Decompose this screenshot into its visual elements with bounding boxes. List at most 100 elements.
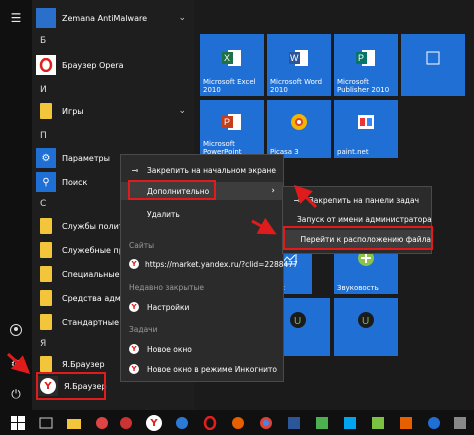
folder-icon <box>40 103 52 119</box>
menu-label: Новое окно <box>147 344 192 354</box>
settings-gear-icon[interactable]: ⚙ <box>0 350 32 378</box>
letter-header[interactable]: Б <box>40 36 46 46</box>
gear-icon: ⚙ <box>36 148 56 168</box>
folder-icon <box>40 314 52 330</box>
publisher-icon: P <box>356 49 376 69</box>
app-label: Игры <box>62 106 84 116</box>
menu-label: Закрепить на начальном экране <box>147 165 276 175</box>
menu-label: Новое окно в режиме Инкогнито <box>147 364 278 374</box>
yandex-icon: Y <box>129 364 141 374</box>
app-icon[interactable] <box>396 413 416 433</box>
folder-icon <box>40 290 52 306</box>
tile-paint[interactable]: paint.net <box>334 100 398 158</box>
chrome-icon[interactable] <box>256 413 276 433</box>
tile-word[interactable]: W Microsoft Word 2010 <box>267 34 331 96</box>
app-icon[interactable] <box>284 413 304 433</box>
app-label: Я.Браузер <box>62 359 105 369</box>
app-icon[interactable] <box>340 413 360 433</box>
menu-item-site[interactable]: Y https://market.yandex.ru/?clid=2288477 <box>121 255 298 273</box>
app-label: Поиск <box>62 177 88 187</box>
app-label: Браузер Opera <box>62 60 124 70</box>
app-label: Zemana AntiMalware <box>62 13 148 23</box>
firefox-icon[interactable] <box>228 413 248 433</box>
highlight-yabrowser <box>36 372 106 400</box>
opera-icon <box>36 55 56 75</box>
tile-label: Microsoft Word 2010 <box>270 78 323 94</box>
picasa-icon <box>290 113 308 133</box>
tile-powerpoint[interactable]: P Microsoft PowerPoint <box>200 100 264 158</box>
app-u-icon: U <box>289 311 307 331</box>
paint-icon <box>357 114 375 132</box>
menu-item-incognito[interactable]: Y Новое окно в режиме Инкогнито <box>121 360 283 378</box>
letter-header[interactable]: С <box>40 199 46 209</box>
pin-icon: ⊸ <box>131 165 139 175</box>
tile-label: Звуковость <box>337 284 379 292</box>
windows-start-icon[interactable] <box>8 413 28 433</box>
opera-icon[interactable] <box>200 413 220 433</box>
tile-label: Microsoft Publisher 2010 <box>337 78 390 94</box>
app-icon[interactable] <box>92 413 112 433</box>
menu-label: Запуск от имени администратора <box>297 214 432 224</box>
menu-item-settings[interactable]: Y Настройки <box>121 298 283 316</box>
powerpoint-icon: P <box>222 113 242 133</box>
svg-text:W: W <box>290 53 299 63</box>
tile-excel[interactable]: X Microsoft Excel 2010 <box>200 34 264 96</box>
tablet-icon <box>424 49 442 69</box>
excel-icon: X <box>222 49 242 69</box>
user-icon[interactable] <box>0 316 32 344</box>
app-icon[interactable] <box>424 413 444 433</box>
yandex-icon: Y <box>129 344 141 354</box>
menu-item-pin-start[interactable]: ⊸ Закрепить на начальном экране <box>121 161 283 179</box>
tile-app-blank[interactable] <box>401 34 465 96</box>
app-icon <box>36 8 56 28</box>
app-u-icon: U <box>357 311 375 331</box>
menu-label: Настройки <box>147 302 190 312</box>
list-item-antimalware[interactable]: Zemana AntiMalware ⌄ <box>36 5 192 31</box>
letter-header[interactable]: П <box>40 131 47 141</box>
highlight-open-location <box>283 226 433 250</box>
app-icon[interactable] <box>312 413 332 433</box>
list-item-games[interactable]: Игры ⌄ <box>36 98 192 124</box>
pin-icon: ⊸ <box>293 195 301 205</box>
folder-icon <box>40 242 52 258</box>
yandex-icon: Y <box>129 302 141 312</box>
menu-item-pin-taskbar[interactable]: ⊸ Закрепить на панели задач <box>283 191 431 209</box>
highlight-more <box>128 180 216 200</box>
app-icon[interactable] <box>368 413 388 433</box>
word-icon: W <box>289 49 309 69</box>
chevron-down-icon[interactable]: ⌄ <box>178 13 186 23</box>
menu-label: Удалить <box>147 209 180 219</box>
hamburger-icon[interactable]: ☰ <box>0 4 32 32</box>
tile-label: paint.net <box>337 148 369 156</box>
taskbar: Y <box>0 410 474 435</box>
folder-icon <box>40 356 52 372</box>
menu-item-new-window[interactable]: Y Новое окно <box>121 340 283 358</box>
tile-app-u2[interactable]: U <box>334 298 398 356</box>
power-icon[interactable]: ⏻ <box>0 380 32 408</box>
yandex-browser-icon[interactable]: Y <box>144 413 164 433</box>
svg-text:P: P <box>224 117 230 127</box>
app-icon[interactable] <box>116 413 136 433</box>
section-sites: Сайты <box>129 241 154 250</box>
menu-label: https://market.yandex.ru/?clid=2288477 <box>145 259 298 269</box>
menu-item-delete[interactable]: Удалить <box>121 205 283 223</box>
chevron-right-icon: › <box>271 186 275 196</box>
app-icon[interactable] <box>172 413 192 433</box>
letter-header[interactable]: И <box>40 85 47 95</box>
app-icon[interactable] <box>450 413 470 433</box>
svg-text:P: P <box>358 53 364 63</box>
svg-text:X: X <box>224 53 230 63</box>
taskview-icon[interactable] <box>36 413 56 433</box>
letter-header[interactable]: Я <box>40 339 46 349</box>
search-icon: ⚲ <box>36 172 56 192</box>
section-recent: Недавно закрытые <box>129 283 205 292</box>
explorer-icon[interactable] <box>64 413 84 433</box>
svg-text:U: U <box>362 316 369 327</box>
chevron-down-icon[interactable]: ⌄ <box>178 106 186 116</box>
svg-text:U: U <box>294 316 301 327</box>
tile-publisher[interactable]: P Microsoft Publisher 2010 <box>334 34 398 96</box>
list-item-opera[interactable]: Браузер Opera <box>36 52 192 78</box>
app-label: Параметры <box>62 153 110 163</box>
tile-picasa[interactable]: Picasa 3 <box>267 100 331 158</box>
section-tasks: Задачи <box>129 325 158 334</box>
